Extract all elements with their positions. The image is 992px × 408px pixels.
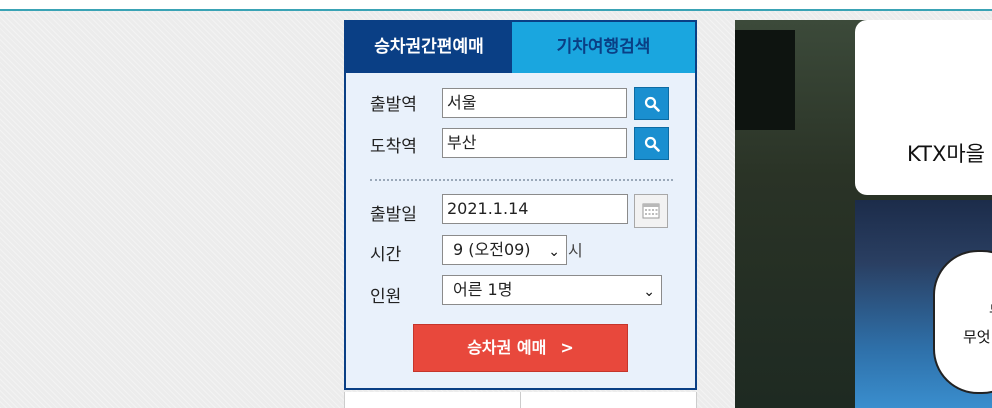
bubble-text-2: 무엇 (963, 328, 991, 346)
arrival-search-button[interactable] (634, 127, 669, 160)
time-select-value: 9 (오전09) (453, 240, 531, 259)
passenger-select[interactable]: 어른 1명 ⌄ (442, 275, 662, 305)
chevron-down-icon: ⌄ (643, 284, 655, 300)
banner-background-board (735, 30, 795, 130)
top-bar (0, 0, 992, 11)
date-label: 출발일 (370, 205, 417, 225)
banner-card-text: KTX마을 (907, 142, 985, 166)
banner-card: KTX마을 (855, 20, 992, 195)
arrival-station-input[interactable]: 부산 (442, 128, 627, 158)
departure-date-input[interactable]: 2021.1.14 (442, 194, 628, 224)
tab-easy-booking[interactable]: 승차권간편예매 (346, 22, 512, 73)
passenger-select-value: 어른 1명 (453, 280, 513, 299)
book-ticket-button[interactable]: 승차권 예매 > (413, 324, 628, 372)
chevron-right-icon: > (560, 338, 574, 357)
people-label: 인원 (370, 287, 402, 307)
search-icon (644, 136, 660, 152)
calendar-button[interactable] (634, 194, 668, 228)
calendar-icon (642, 203, 660, 219)
tab-travel-search[interactable]: 기차여행검색 (512, 22, 695, 73)
time-select[interactable]: 9 (오전09) ⌄ (442, 235, 567, 265)
section-divider (370, 179, 673, 181)
speech-bubble: 누 무엇 (933, 250, 992, 394)
quick-menu-separator (520, 392, 521, 408)
ticket-booking-widget: 승차권간편예매 기차여행검색 출발역 서울 도착역 부산 출발일 2021.1.… (344, 20, 697, 390)
search-icon (644, 96, 660, 112)
departure-station-input[interactable]: 서울 (442, 88, 627, 118)
departure-label: 출발역 (370, 95, 417, 115)
book-ticket-label: 승차권 예매 (467, 338, 547, 357)
promo-banner[interactable]: KTX마을 누 무엇 (735, 20, 992, 408)
booking-tabs: 승차권간편예매 기차여행검색 (346, 22, 695, 73)
quick-menu-strip (344, 392, 697, 408)
chevron-down-icon: ⌄ (548, 244, 560, 260)
arrival-label: 도착역 (370, 137, 417, 157)
time-label: 시간 (370, 245, 402, 265)
departure-search-button[interactable] (634, 87, 669, 120)
time-suffix: 시 (568, 241, 583, 260)
